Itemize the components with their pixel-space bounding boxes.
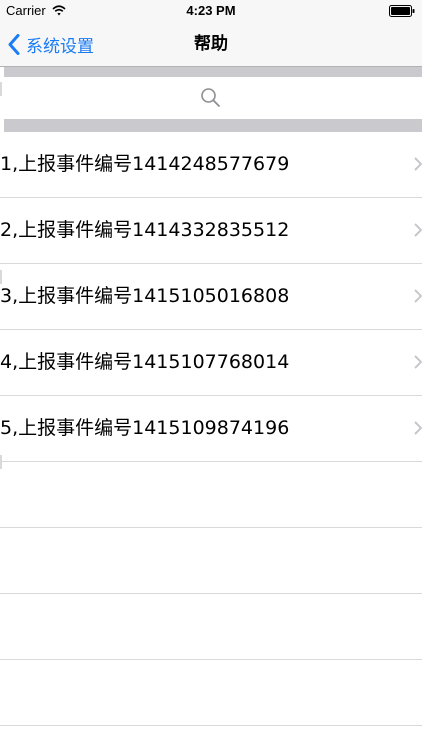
search-top-divider [4,67,422,77]
list-item-label: 2,上报事件编号1414332835512 [0,219,290,241]
list-item-label: 4,上报事件编号1415107768014 [0,351,290,373]
list-item-label: 1,上报事件编号1414248577679 [0,153,290,175]
list-item-label: 5,上报事件编号1415109874196 [0,417,290,439]
battery-icon [389,5,415,17]
list-item-label: 3,上报事件编号1415105016808 [0,285,290,307]
list-item[interactable]: 2,上报事件编号1414332835512 [0,198,422,264]
navigation-bar: 系统设置 帮助 [0,22,422,67]
chevron-right-icon [414,355,422,369]
empty-row [0,594,422,660]
edge-mark [0,270,2,284]
edge-mark [0,455,2,469]
list-item[interactable]: 1,上报事件编号1414248577679 [0,132,422,198]
page-title: 帮助 [194,34,228,54]
chevron-right-icon [414,223,422,237]
edge-mark [0,82,2,96]
empty-row [0,528,422,594]
status-time: 4:23 PM [186,3,236,18]
list-item[interactable]: 4,上报事件编号1415107768014 [0,330,422,396]
help-list: 1,上报事件编号1414248577679 2,上报事件编号1414332835… [0,132,422,726]
chevron-right-icon [414,289,422,303]
status-bar: Carrier 4:23 PM [0,0,422,22]
search-bar[interactable] [4,77,422,119]
chevron-right-icon [414,421,422,435]
empty-row [0,660,422,726]
search-bottom-divider [4,119,422,132]
chevron-right-icon [414,157,422,171]
search-icon [201,88,220,107]
list-item[interactable]: 5,上报事件编号1415109874196 [0,396,422,462]
empty-row [0,462,422,528]
list-item[interactable]: 3,上报事件编号1415105016808 [0,264,422,330]
